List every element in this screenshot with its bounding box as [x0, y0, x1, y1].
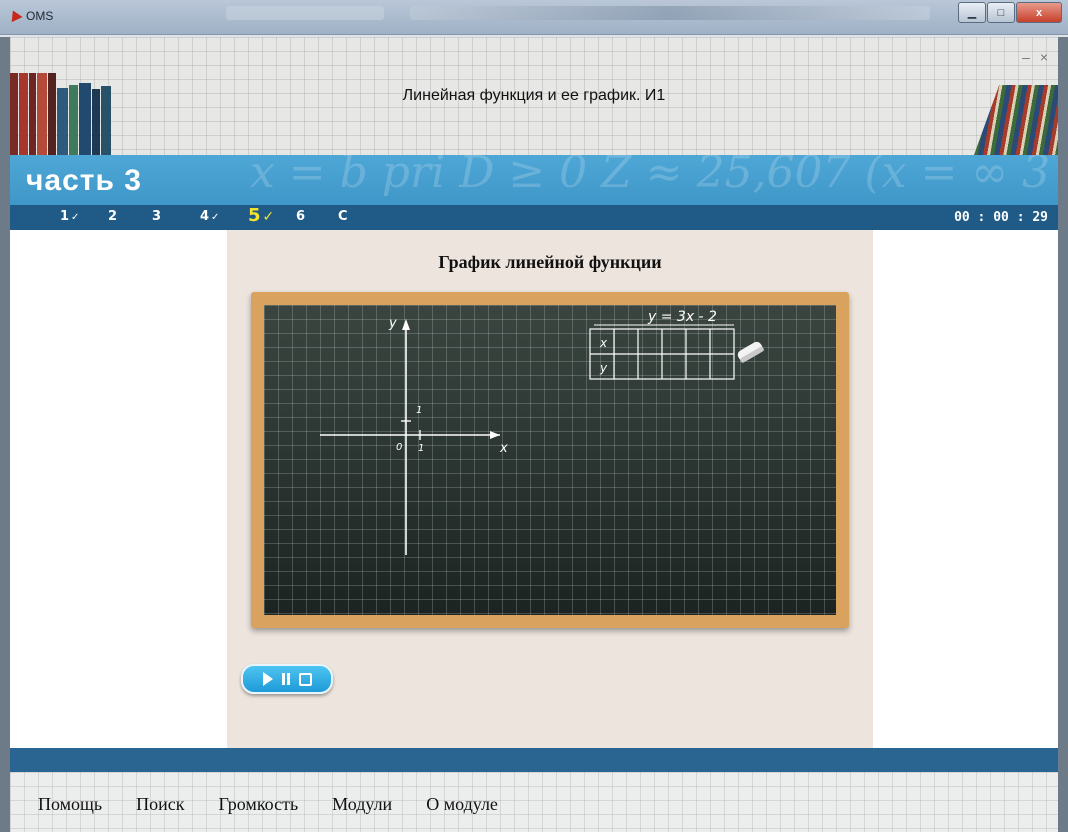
part-banner: x = b pri D ≥ 0 Z ≈ 25,607 (x = ∞ 3 6) ≈…: [10, 155, 1058, 205]
pause-icon[interactable]: [281, 673, 290, 685]
nav-item-c[interactable]: C: [338, 209, 348, 224]
x-unit-label: 1: [418, 443, 424, 454]
status-bar: [10, 748, 1058, 772]
nav-item-4[interactable]: 4 ✓: [200, 209, 219, 224]
left-border: [0, 37, 10, 832]
header: Линейная функция и ее график. И1 – ×: [10, 37, 1058, 155]
footer: Помощь Поиск Громкость Модули О модуле: [10, 772, 1058, 832]
origin-label: 0: [396, 442, 402, 453]
right-border: [1058, 37, 1068, 832]
menu-about-module[interactable]: О модуле: [426, 794, 498, 815]
app-title: OMS: [26, 9, 54, 23]
value-table: [589, 328, 735, 380]
formula-decoration: x = b pri D ≥ 0 Z ≈ 25,607 (x = ∞ 3 6) ≈…: [250, 155, 1058, 198]
nav-item-3[interactable]: 3: [152, 209, 161, 224]
nav-item-6[interactable]: 6: [296, 209, 305, 224]
task-navigation: 1 ✓ 2 3 4 ✓ 5 ✓ 6 C 00 : 00 : 29: [10, 205, 1058, 230]
menu-search[interactable]: Поиск: [136, 794, 184, 815]
background-tab: [226, 6, 384, 20]
part-label: часть 3: [26, 164, 142, 197]
play-icon[interactable]: [262, 672, 273, 686]
chalkboard-drawing: x y 0 1 1 y = 3x - 2 x y: [320, 309, 764, 555]
y-unit-label: 1: [416, 405, 422, 416]
check-icon: ✓: [262, 209, 275, 225]
menu-volume[interactable]: Громкость: [219, 794, 299, 815]
menu-modules[interactable]: Модули: [332, 794, 392, 815]
y-axis-arrow: [402, 319, 410, 330]
x-axis-arrow: [490, 431, 500, 439]
media-controls: [241, 664, 333, 694]
stop-icon[interactable]: [298, 672, 312, 686]
app-logo-icon: [7, 7, 23, 23]
chalkboard: x y 0 1 1 y = 3x - 2 x y: [264, 305, 836, 615]
axis-x-label: x: [499, 441, 508, 456]
bottom-menu: Помощь Поиск Громкость Модули О модуле: [38, 794, 532, 815]
background-window-strip: [410, 6, 930, 20]
maximize-button[interactable]: □: [987, 2, 1015, 23]
table-row-x-label: x: [599, 336, 608, 350]
chalk-icon: [737, 341, 764, 363]
nav-item-2[interactable]: 2: [108, 209, 117, 224]
minimize-button[interactable]: ▁: [958, 2, 986, 23]
app-window: OMS ▁ □ x Линейная функция и ее график. …: [0, 0, 1068, 832]
books-left-image: [10, 73, 122, 155]
content-area: График линейной функции x y 0 1 1 y = 3x…: [10, 230, 1058, 748]
check-icon: ✓: [211, 212, 220, 223]
slide: График линейной функции x y 0 1 1 y = 3x…: [227, 230, 873, 748]
table-row-y-label: y: [599, 361, 608, 375]
timer: 00 : 00 : 29: [954, 210, 1048, 225]
title-bar: OMS ▁ □ x: [0, 0, 1068, 35]
close-button[interactable]: x: [1016, 2, 1062, 23]
equation-label: y = 3x - 2: [647, 309, 717, 325]
slide-title: График линейной функции: [438, 252, 662, 272]
chalkboard-frame: x y 0 1 1 y = 3x - 2 x y: [251, 292, 849, 628]
module-close-button[interactable]: ×: [1030, 43, 1058, 71]
check-icon: ✓: [71, 212, 80, 223]
nav-item-5-active[interactable]: 5 ✓: [248, 205, 274, 226]
axis-y-label: y: [388, 316, 397, 331]
window-controls: ▁ □ x: [958, 2, 1062, 23]
nav-item-1[interactable]: 1 ✓: [60, 209, 79, 224]
menu-help[interactable]: Помощь: [38, 794, 102, 815]
page-title: Линейная функция и ее график. И1: [402, 87, 666, 104]
